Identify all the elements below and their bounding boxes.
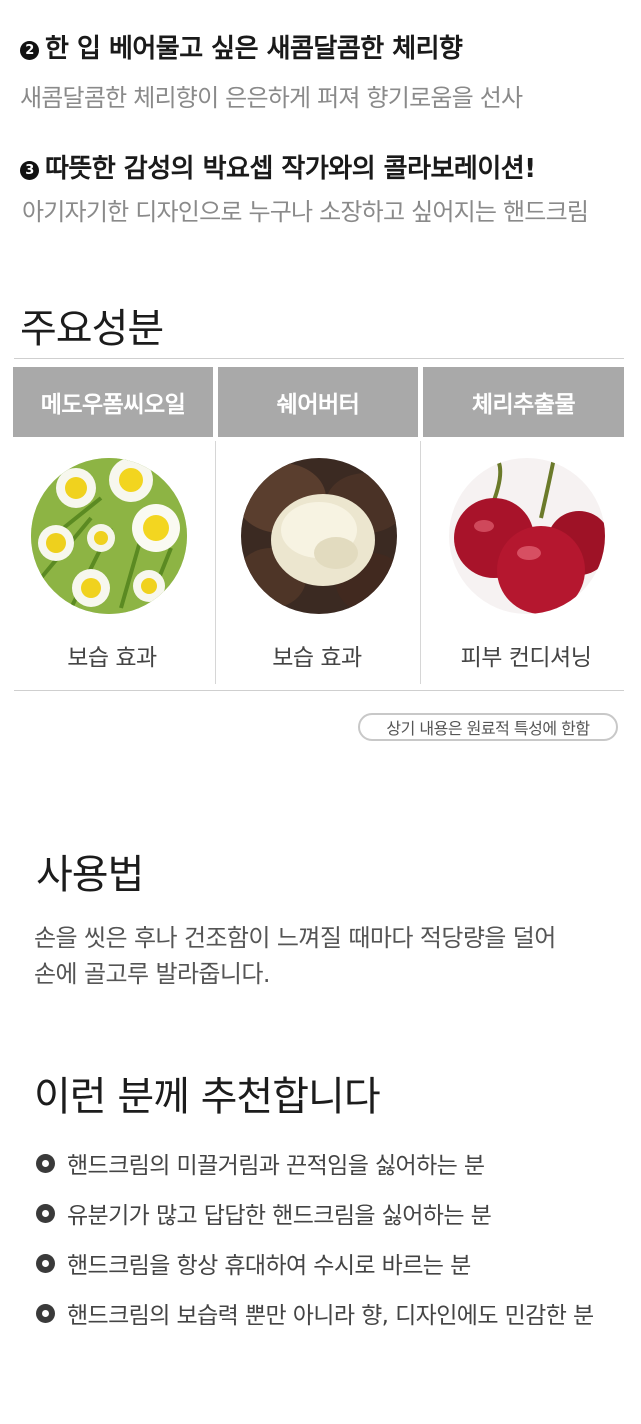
feature-title-2: 2한 입 베어물고 싶은 새콤달콤한 체리향 <box>20 28 463 65</box>
ingredients-heading: 주요성분 <box>20 306 164 352</box>
ingredient-header-2: 쉐어버터 <box>218 367 418 437</box>
bullet-icon <box>36 1303 55 1323</box>
ingredient-effect-1: 보습 효과 <box>67 645 157 671</box>
ingredients-bottom-rule <box>14 690 624 691</box>
bullet-icon <box>36 1203 55 1223</box>
bullet-icon <box>36 1253 55 1273</box>
column-divider <box>215 441 216 684</box>
usage-heading: 사용법 <box>36 852 144 898</box>
usage-text: 손을 씻은 후나 건조함이 느껴질 때마다 적당량을 덜어 손에 골고루 발라줍… <box>34 920 556 992</box>
ingredient-header-3: 체리추출물 <box>423 367 624 437</box>
cherry-image <box>449 458 605 614</box>
feature-title-3: 3 따뜻한 감성의 박요셉 작가와의 콜라보레이션! <box>20 148 536 185</box>
disclaimer-badge: 상기 내용은 원료적 특성에 한함 <box>358 713 618 741</box>
feature-desc-2: 새콤달콤한 체리향이 은은하게 퍼져 향기로움을 선사 <box>20 84 523 112</box>
recommend-heading: 이런 분께 추천합니다 <box>34 1074 381 1120</box>
ingredient-effect-2: 보습 효과 <box>272 645 362 671</box>
recommend-item: 핸드크림의 미끌거림과 끈적임을 싫어하는 분 <box>36 1146 485 1180</box>
usage-line: 손에 골고루 발라줍니다. <box>34 960 270 988</box>
feature-desc-3: 아기자기한 디자인으로 누구나 소장하고 싶어지는 핸드크림 <box>22 198 589 226</box>
usage-line: 손을 씻은 후나 건조함이 느껴질 때마다 적당량을 덜어 <box>34 924 556 952</box>
ingredient-header-1: 메도우폼씨오일 <box>13 367 213 437</box>
bullet-icon <box>36 1153 55 1173</box>
number-badge-icon: 3 <box>20 161 39 180</box>
recommend-item: 핸드크림의 보습력 뿐만 아니라 향, 디자인에도 민감한 분 <box>36 1296 594 1330</box>
recommend-item: 핸드크림을 항상 휴대하여 수시로 바르는 분 <box>36 1246 471 1280</box>
recommend-item: 유분기가 많고 답답한 핸드크림을 싫어하는 분 <box>36 1196 492 1230</box>
ingredient-effect-3: 피부 컨디셔닝 <box>460 645 592 671</box>
ingredients-top-rule <box>14 358 624 359</box>
shea-butter-image <box>241 458 397 614</box>
meadowfoam-flower-image <box>31 458 187 614</box>
number-badge-icon: 2 <box>20 41 39 60</box>
column-divider <box>420 441 421 684</box>
